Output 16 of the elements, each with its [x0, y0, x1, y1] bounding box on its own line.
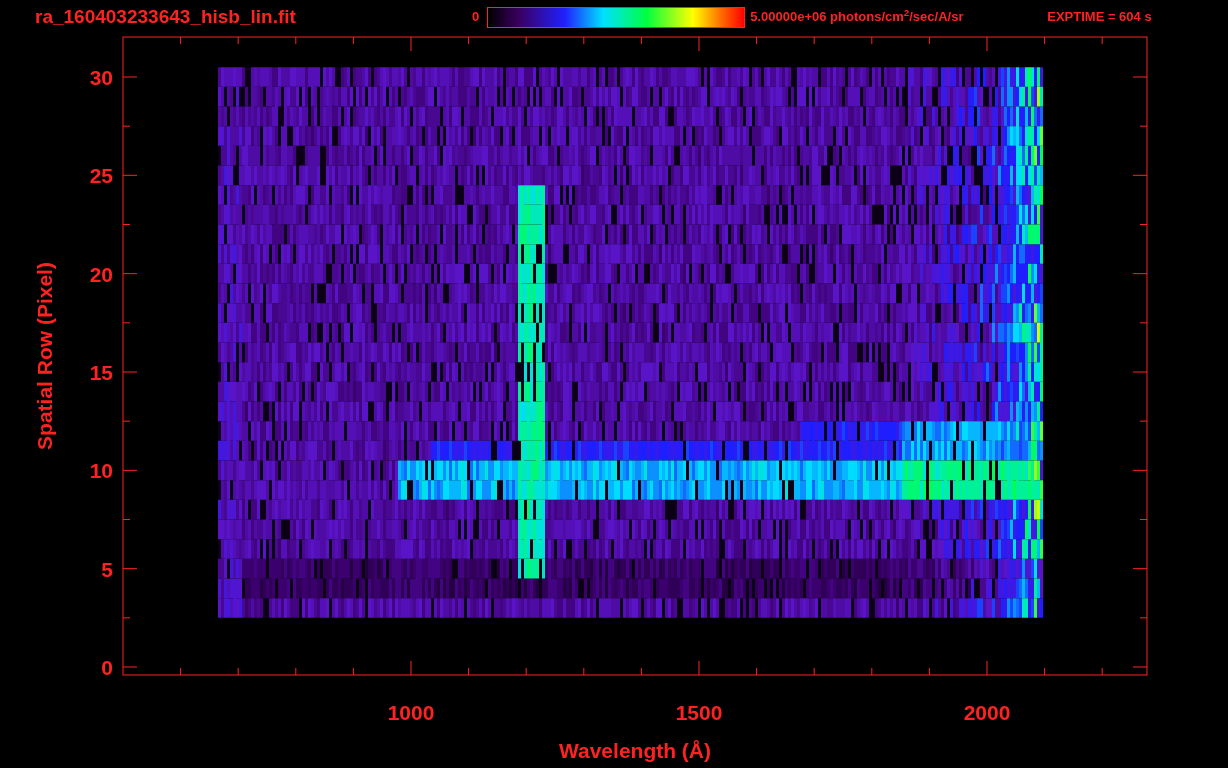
x-tick-label: 2000: [963, 701, 1011, 724]
y-tick-label: 25: [89, 164, 113, 188]
y-tick-label: 20: [89, 262, 113, 286]
y-tick-label: 30: [89, 66, 113, 89]
exposure-time: EXPTIME = 604 s: [1047, 8, 1152, 27]
y-tick-label: 10: [89, 459, 113, 483]
x-axis-label: Wavelength (Å): [558, 739, 712, 762]
y-tick-label: 5: [101, 557, 113, 581]
y-axis-label: Spatial Row (Pixel): [33, 262, 56, 450]
y-tick-label: 0: [101, 656, 113, 679]
x-tick-label: 1500: [675, 701, 723, 724]
x-tick-label: 1000: [387, 701, 435, 724]
colorbar-max-label: 5.00000e+06 photons/cm$^{2}$/sec/A/sr: [750, 7, 965, 27]
y-tick-label: 15: [89, 361, 113, 384]
colorbar-min-label: 0: [472, 8, 480, 27]
plot-title: ra_160403233643_hisb_lin.fit: [35, 4, 297, 29]
